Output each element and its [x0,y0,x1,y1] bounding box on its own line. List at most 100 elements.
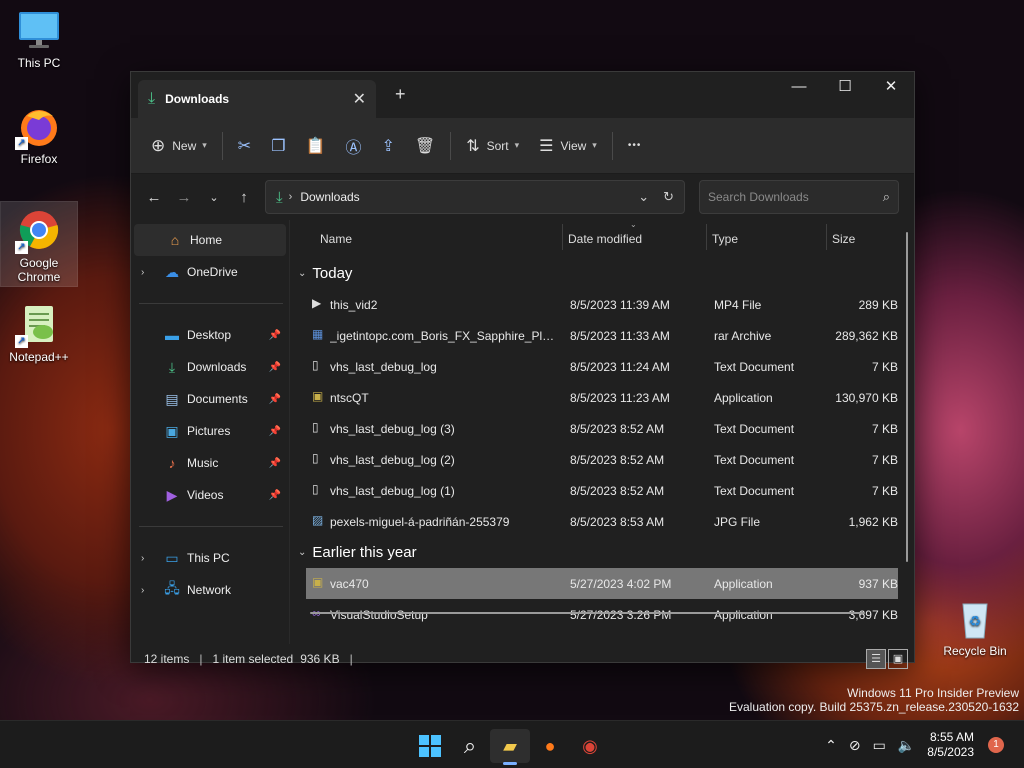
taskbar-file-explorer[interactable]: ▰ [490,729,530,765]
display-icon[interactable]: ▭ [873,737,886,754]
nav-item-onedrive[interactable]: › ☁ OneDrive [131,256,289,288]
file-row[interactable]: ▦ _igetintopc.com_Boris_FX_Sapphire_Plug.… [290,320,914,351]
vertical-scrollbar[interactable] [906,232,908,562]
close-tab-icon[interactable]: ✕ [353,89,366,109]
nav-item-desktop[interactable]: ▬ Desktop 📌 [131,319,289,351]
desktop-icon-label: Notepad++ [9,350,69,364]
pin-icon[interactable]: 📌 [269,426,281,437]
expand-chevron-icon[interactable]: › [141,585,161,596]
recent-locations-button[interactable]: ⌄ [199,191,229,204]
address-bar[interactable]: ⤓ › Downloads ⌄ ↻ [265,180,685,214]
pin-icon[interactable]: 📌 [269,394,281,405]
breadcrumb-separator-icon: › [288,191,293,203]
search-icon: ⌕ [463,733,477,758]
file-type: Text Document [714,422,795,436]
details-view-button[interactable]: ☰ [866,649,886,669]
file-row[interactable]: ▶ this_vid2 8/5/2023 11:39 AM MP4 File 289 K… [290,289,914,320]
taskbar-chrome[interactable]: ◉ [570,729,610,763]
notification-badge[interactable]: 1 [988,737,1004,753]
share-button[interactable]: ⇪ [371,128,404,164]
copy-button[interactable]: ❐ [261,128,295,164]
column-separator[interactable] [826,224,827,250]
volume-icon[interactable]: 🔈 [898,737,915,754]
file-size: 289,362 KB [835,329,898,343]
column-separator[interactable] [706,224,707,250]
rename-button[interactable]: Ⓐ [335,128,371,164]
new-button[interactable]: ⊕ New ▾ [141,128,217,164]
expand-chevron-icon[interactable]: › [141,267,161,278]
clock-date: 8/5/2023 [927,745,974,759]
column-header-size[interactable]: Size [832,232,855,246]
explorer-body: ⌂ Home › ☁ OneDrive ▬ Desktop 📌 ⤓ Downlo… [131,220,914,644]
expand-chevron-icon[interactable]: › [141,553,161,564]
nav-item-documents[interactable]: ▤ Documents 📌 [131,383,289,415]
file-row[interactable]: ▯ vhs_last_debug_log (1) 8/5/2023 8:52 AM T… [290,475,914,506]
refresh-icon[interactable]: ↻ [663,189,674,205]
desktop-icon-this-pc[interactable]: This PC [1,8,77,76]
nav-item-videos[interactable]: ▶ Videos 📌 [131,479,289,511]
column-separator[interactable] [562,224,563,250]
view-button-label: View [560,138,587,153]
nav-item-this-pc[interactable]: › ▭ This PC [131,542,289,574]
close-window-button[interactable]: ✕ [868,72,914,104]
file-explorer-window: ⤓ Downloads ✕ + — ☐ ✕ ⊕ New ▾ ✂ ❐ 📋 Ⓐ ⇪ … [130,71,915,669]
pin-icon[interactable]: 📌 [269,490,281,501]
desktop-icon-firefox[interactable]: ↗ Firefox [1,104,77,174]
nav-item-pictures[interactable]: ▣ Pictures 📌 [131,415,289,447]
view-button[interactable]: ☰ View ▾ [529,128,607,164]
more-options-button[interactable]: ••• [618,128,652,164]
file-row[interactable]: ▯ vhs_last_debug_log (3) 8/5/2023 8:52 AM T… [290,413,914,444]
pin-icon[interactable]: 📌 [269,362,281,373]
desktop-icon-notepadpp[interactable]: ↗ Notepad++ [1,302,77,372]
start-button[interactable] [410,729,450,763]
search-box[interactable]: ⌕ [699,180,899,214]
new-tab-button[interactable]: + [395,84,406,105]
show-hidden-icons-chevron-icon[interactable]: ⌃ [825,737,837,754]
address-dropdown-icon[interactable]: ⌄ [638,189,649,205]
nav-item-music[interactable]: ♪ Music 📌 [131,447,289,479]
taskbar-firefox[interactable]: ● [530,729,570,763]
tiles-view-button[interactable]: ▣ [888,649,908,669]
file-row[interactable]: ▯ vhs_last_debug_log 8/5/2023 11:24 AM Text… [290,351,914,382]
group-header-earlier[interactable]: ⌄ Earlier this year [290,537,914,568]
column-header-date[interactable]: Date modified [568,232,642,246]
network-disconnected-icon[interactable]: ⊘ [849,737,861,754]
minimize-button[interactable]: — [776,72,822,104]
nav-item-downloads[interactable]: ⤓ Downloads 📌 [131,351,289,383]
file-row[interactable]: ▨ pexels-miguel-á-padriñán-255379 8/5/2023… [290,506,914,537]
file-row[interactable]: ▣ ntscQT 8/5/2023 11:23 AM Application 130,9… [290,382,914,413]
file-size: 937 KB [858,577,898,591]
nav-item-network[interactable]: › 🖧 Network [131,574,289,606]
column-header-name[interactable]: Name [320,232,352,246]
toolbar-divider [611,131,613,160]
delete-button[interactable]: 🗑 [405,128,445,164]
text-file-icon: ▯ [312,420,319,434]
pin-icon[interactable]: 📌 [269,458,281,469]
up-button[interactable]: ↑ [229,189,259,206]
column-header-type[interactable]: Type [712,232,738,246]
group-header-today[interactable]: ⌄ Today [290,258,914,289]
desktop-icon-recycle-bin[interactable]: ♻ Recycle Bin [937,596,1013,664]
clock[interactable]: 8:55 AM 8/5/2023 [927,730,974,760]
cut-button[interactable]: ✂ [228,128,261,164]
pin-icon[interactable]: 📌 [269,330,281,341]
desktop-icon-label: This PC [17,56,61,70]
file-date: 8/5/2023 11:33 AM [570,329,670,343]
desktop-icon-chrome[interactable]: ↗ Google Chrome [0,201,78,287]
search-icon[interactable]: ⌕ [883,189,890,205]
search-input[interactable] [708,190,883,204]
taskbar-search-button[interactable]: ⌕ [450,729,490,763]
file-row[interactable]: ∞VisualStudioSetup5/27/2023 3:26 PMAppli… [290,599,914,630]
sort-button[interactable]: ⇅ Sort ▾ [456,128,529,164]
paste-button[interactable]: 📋 [296,128,336,164]
nav-item-home[interactable]: ⌂ Home [134,224,286,256]
forward-button[interactable]: → [169,189,199,206]
maximize-button[interactable]: ☐ [822,72,868,104]
file-row[interactable]: ▯ vhs_last_debug_log (2) 8/5/2023 8:52 AM T… [290,444,914,475]
horizontal-scrollbar[interactable] [310,612,865,614]
file-date: 8/5/2023 11:23 AM [570,391,670,405]
back-button[interactable]: ← [139,189,169,206]
breadcrumb-downloads[interactable]: Downloads [300,190,624,204]
file-row[interactable]: ▣ vac470 5/27/2023 4:02 PM Application 937 K… [306,568,898,599]
tab-downloads[interactable]: ⤓ Downloads ✕ [138,80,376,118]
